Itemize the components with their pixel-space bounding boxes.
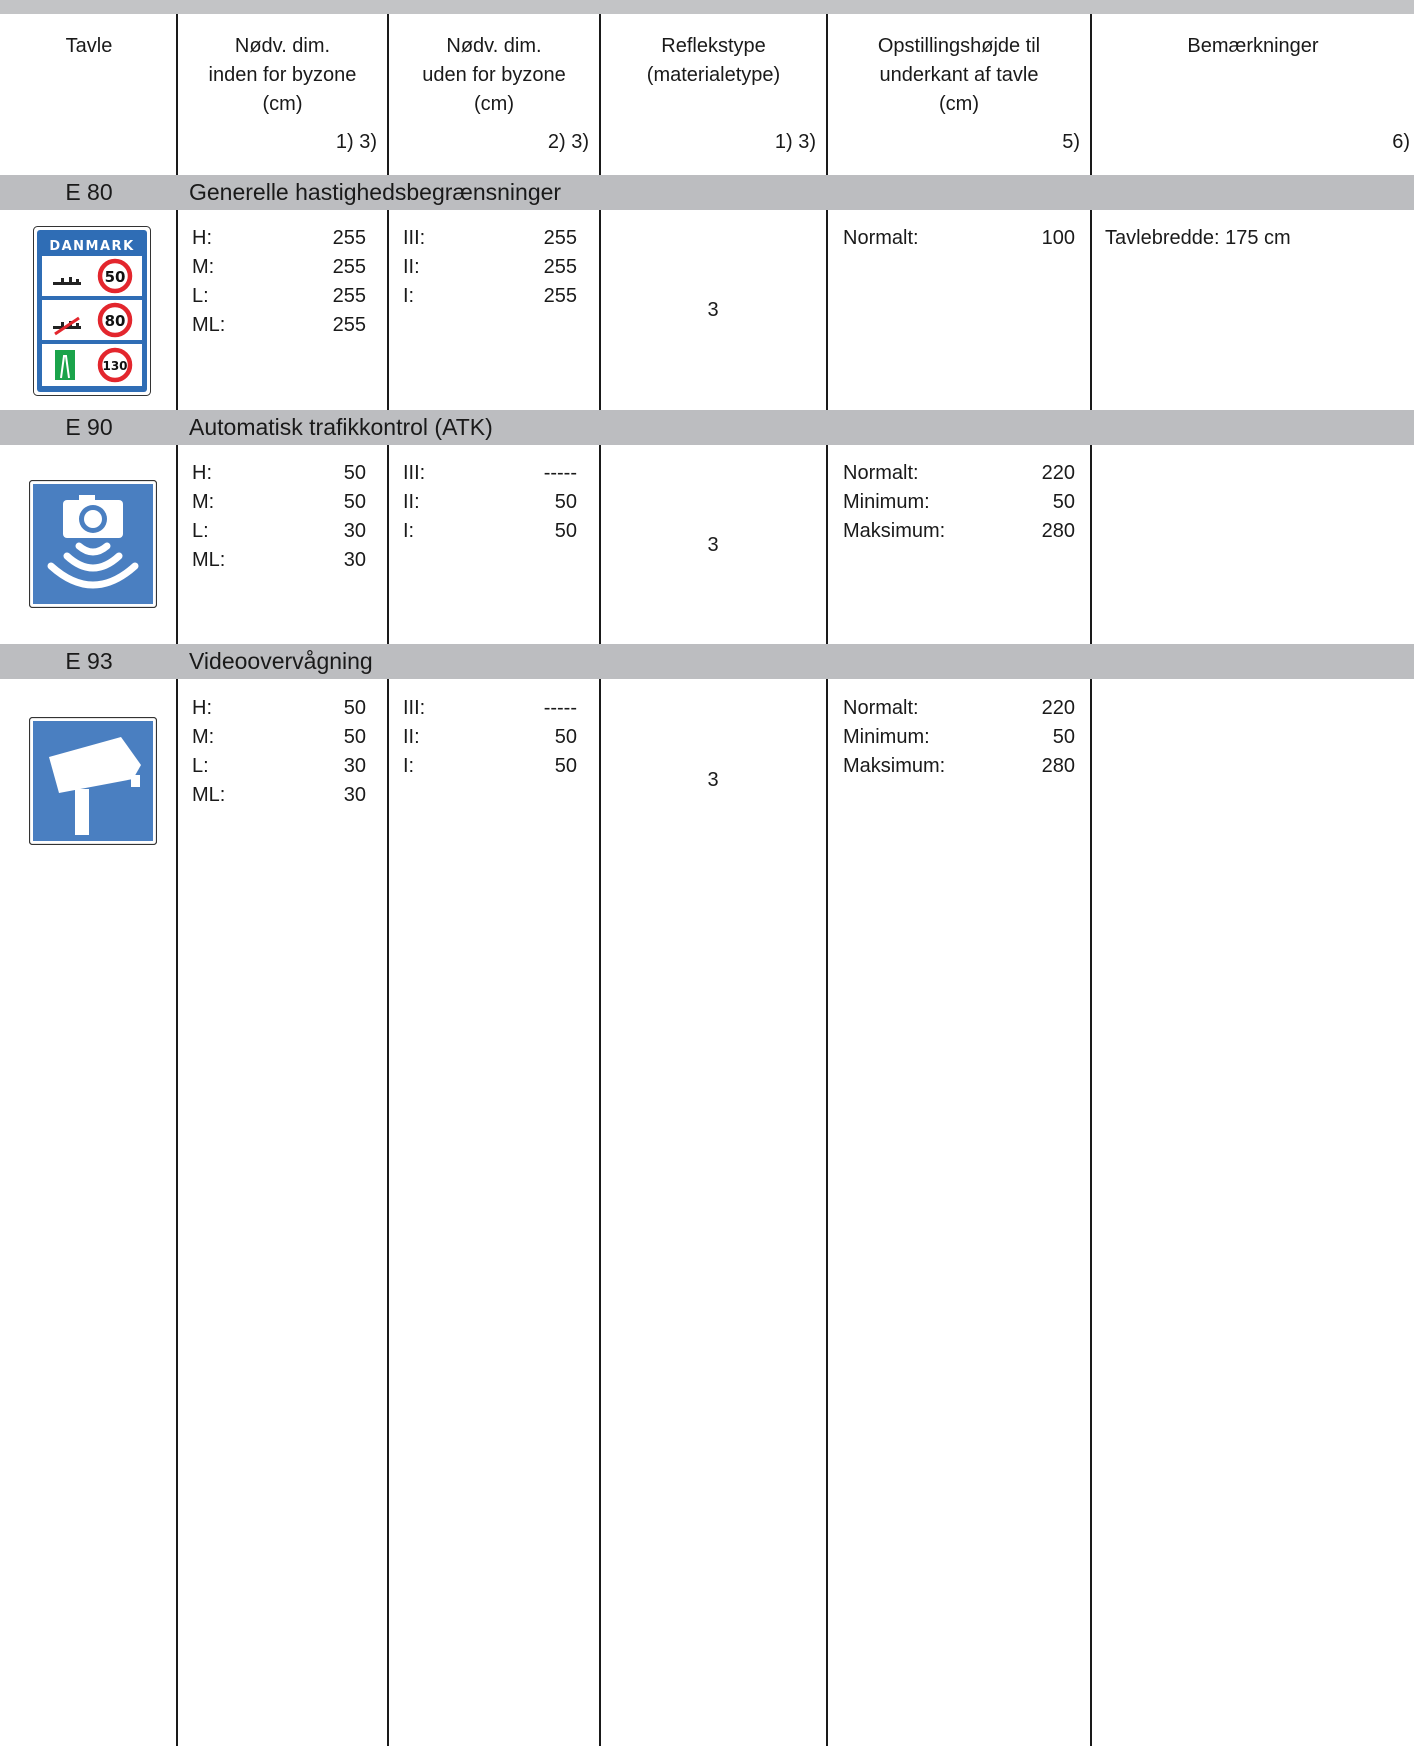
sign-country-text: DANMARK bbox=[49, 239, 134, 254]
dim-uden-item: III: ----- bbox=[403, 462, 577, 484]
dim-inden-item: M: 50 bbox=[192, 491, 366, 513]
section-band: E 90 Automatisk trafikkontrol (ATK) bbox=[0, 410, 1414, 445]
dim-uden-item: III: ----- bbox=[403, 697, 577, 719]
column-divider bbox=[826, 14, 828, 1746]
dim-inden-list: H: 50 M: 50 L: 30 ML: 30 bbox=[192, 459, 366, 575]
height-item: Maksimum: 280 bbox=[843, 520, 1075, 542]
dim-uden-list: III: ----- II: 50 I: 50 bbox=[403, 694, 577, 781]
header-uden: Nødv. dim. uden for byzone (cm) 2) 3) bbox=[389, 32, 599, 157]
height-list: Normalt: 220 Minimum: 50 Maksimum: 280 bbox=[843, 459, 1075, 546]
column-divider bbox=[387, 14, 389, 1746]
dim-inden-item: L: 255 bbox=[192, 285, 366, 307]
remark-text: Tavlebredde: 175 cm bbox=[1105, 227, 1291, 249]
dim-inden-list: H: 255 M: 255 L: 255 ML: 255 bbox=[192, 224, 366, 340]
height-item: Normalt: 220 bbox=[843, 462, 1075, 484]
header-tavle: Tavle bbox=[65, 35, 113, 57]
header-uden-line1: Nødv. dim. bbox=[446, 35, 542, 57]
header-uden-footnote: 2) 3) bbox=[547, 131, 589, 153]
header-reflex-line2: (materialetype) bbox=[646, 64, 781, 86]
dim-uden-item: I: 50 bbox=[403, 755, 577, 777]
dim-uden-list: III: ----- II: 50 I: 50 bbox=[403, 459, 577, 546]
header-remarks: Bemærkninger 6) bbox=[1092, 32, 1414, 157]
dim-inden-item: H: 50 bbox=[192, 697, 366, 719]
dim-uden-item: I: 255 bbox=[403, 285, 577, 307]
height-list: Normalt: 100 bbox=[843, 224, 1075, 253]
header-height-line1: Opstillingshøjde til bbox=[877, 35, 1041, 57]
dim-inden-item: ML: 30 bbox=[192, 784, 366, 806]
header-inden: Nødv. dim. inden for byzone (cm) 1) 3) bbox=[178, 32, 387, 157]
dim-inden-item: M: 255 bbox=[192, 256, 366, 278]
dim-inden-item: H: 50 bbox=[192, 462, 366, 484]
height-item: Normalt: 220 bbox=[843, 697, 1075, 719]
sign-code: E 80 bbox=[65, 179, 113, 205]
reflex-type: 3 bbox=[707, 299, 719, 321]
speed-limit-label: 130 bbox=[102, 359, 127, 373]
section-band: E 80 Generelle hastighedsbegrænsninger bbox=[0, 175, 1414, 210]
header-height-footnote: 5) bbox=[1062, 131, 1080, 153]
header-reflex-line1: Reflekstype bbox=[661, 35, 766, 57]
header-height-line2: underkant af tavle bbox=[879, 64, 1039, 86]
column-divider bbox=[176, 14, 178, 1746]
sign-code: E 93 bbox=[65, 648, 113, 674]
sign-code: E 90 bbox=[65, 414, 113, 440]
dim-inden-item: ML: 30 bbox=[192, 549, 366, 571]
height-item: Minimum: 50 bbox=[843, 491, 1075, 513]
column-divider bbox=[1090, 14, 1092, 1746]
speed-limits-country-sign-icon: DANMARK 50 80 130 bbox=[33, 226, 151, 396]
dim-inden-list: H: 50 M: 50 L: 30 ML: 30 bbox=[192, 694, 366, 810]
section-title: Videoovervågning bbox=[189, 648, 373, 674]
dim-uden-item: III: 255 bbox=[403, 227, 577, 249]
dim-inden-item: L: 30 bbox=[192, 755, 366, 777]
height-item: Minimum: 50 bbox=[843, 726, 1075, 748]
header-uden-line3: (cm) bbox=[474, 93, 514, 115]
dim-inden-item: M: 50 bbox=[192, 726, 366, 748]
reflex-type: 3 bbox=[707, 534, 719, 556]
header-height-line3: (cm) bbox=[939, 93, 979, 115]
dim-uden-item: II: 255 bbox=[403, 256, 577, 278]
header-inden-line3: (cm) bbox=[262, 93, 303, 115]
video-surveillance-sign-icon bbox=[28, 716, 158, 846]
header-height: Opstillingshøjde til underkant af tavle … bbox=[828, 32, 1090, 157]
speed-limit-label: 80 bbox=[105, 312, 126, 330]
column-divider bbox=[599, 14, 601, 1746]
header-remarks-footnote: 6) bbox=[1392, 131, 1410, 153]
dim-inden-item: ML: 255 bbox=[192, 314, 366, 336]
dim-inden-item: H: 255 bbox=[192, 227, 366, 249]
dim-uden-item: I: 50 bbox=[403, 520, 577, 542]
header-remarks-label: Bemærkninger bbox=[1187, 35, 1319, 57]
dim-inden-item: L: 30 bbox=[192, 520, 366, 542]
header-inden-line1: Nødv. dim. bbox=[234, 35, 331, 57]
dim-uden-list: III: 255 II: 255 I: 255 bbox=[403, 224, 577, 311]
header-inden-footnote: 1) 3) bbox=[335, 131, 377, 153]
section-title: Automatisk trafikkontrol (ATK) bbox=[189, 414, 493, 440]
section-title: Generelle hastighedsbegrænsninger bbox=[189, 179, 562, 205]
height-item: Maksimum: 280 bbox=[843, 755, 1075, 777]
section-band: E 93 Videoovervågning bbox=[0, 644, 1414, 679]
speed-camera-sign-icon bbox=[28, 479, 158, 609]
height-item: Normalt: 100 bbox=[843, 227, 1075, 249]
top-bar bbox=[0, 0, 1414, 14]
header-uden-line2: uden for byzone bbox=[422, 64, 566, 86]
speed-limit-label: 50 bbox=[105, 268, 126, 286]
height-list: Normalt: 220 Minimum: 50 Maksimum: 280 bbox=[843, 694, 1075, 781]
dim-uden-item: II: 50 bbox=[403, 726, 577, 748]
header-inden-line2: inden for byzone bbox=[208, 64, 357, 86]
header-reflex: Reflekstype (materialetype) 1) 3) bbox=[601, 32, 826, 157]
reflex-type: 3 bbox=[707, 769, 719, 791]
dim-uden-item: II: 50 bbox=[403, 491, 577, 513]
header-reflex-footnote: 1) 3) bbox=[774, 131, 816, 153]
